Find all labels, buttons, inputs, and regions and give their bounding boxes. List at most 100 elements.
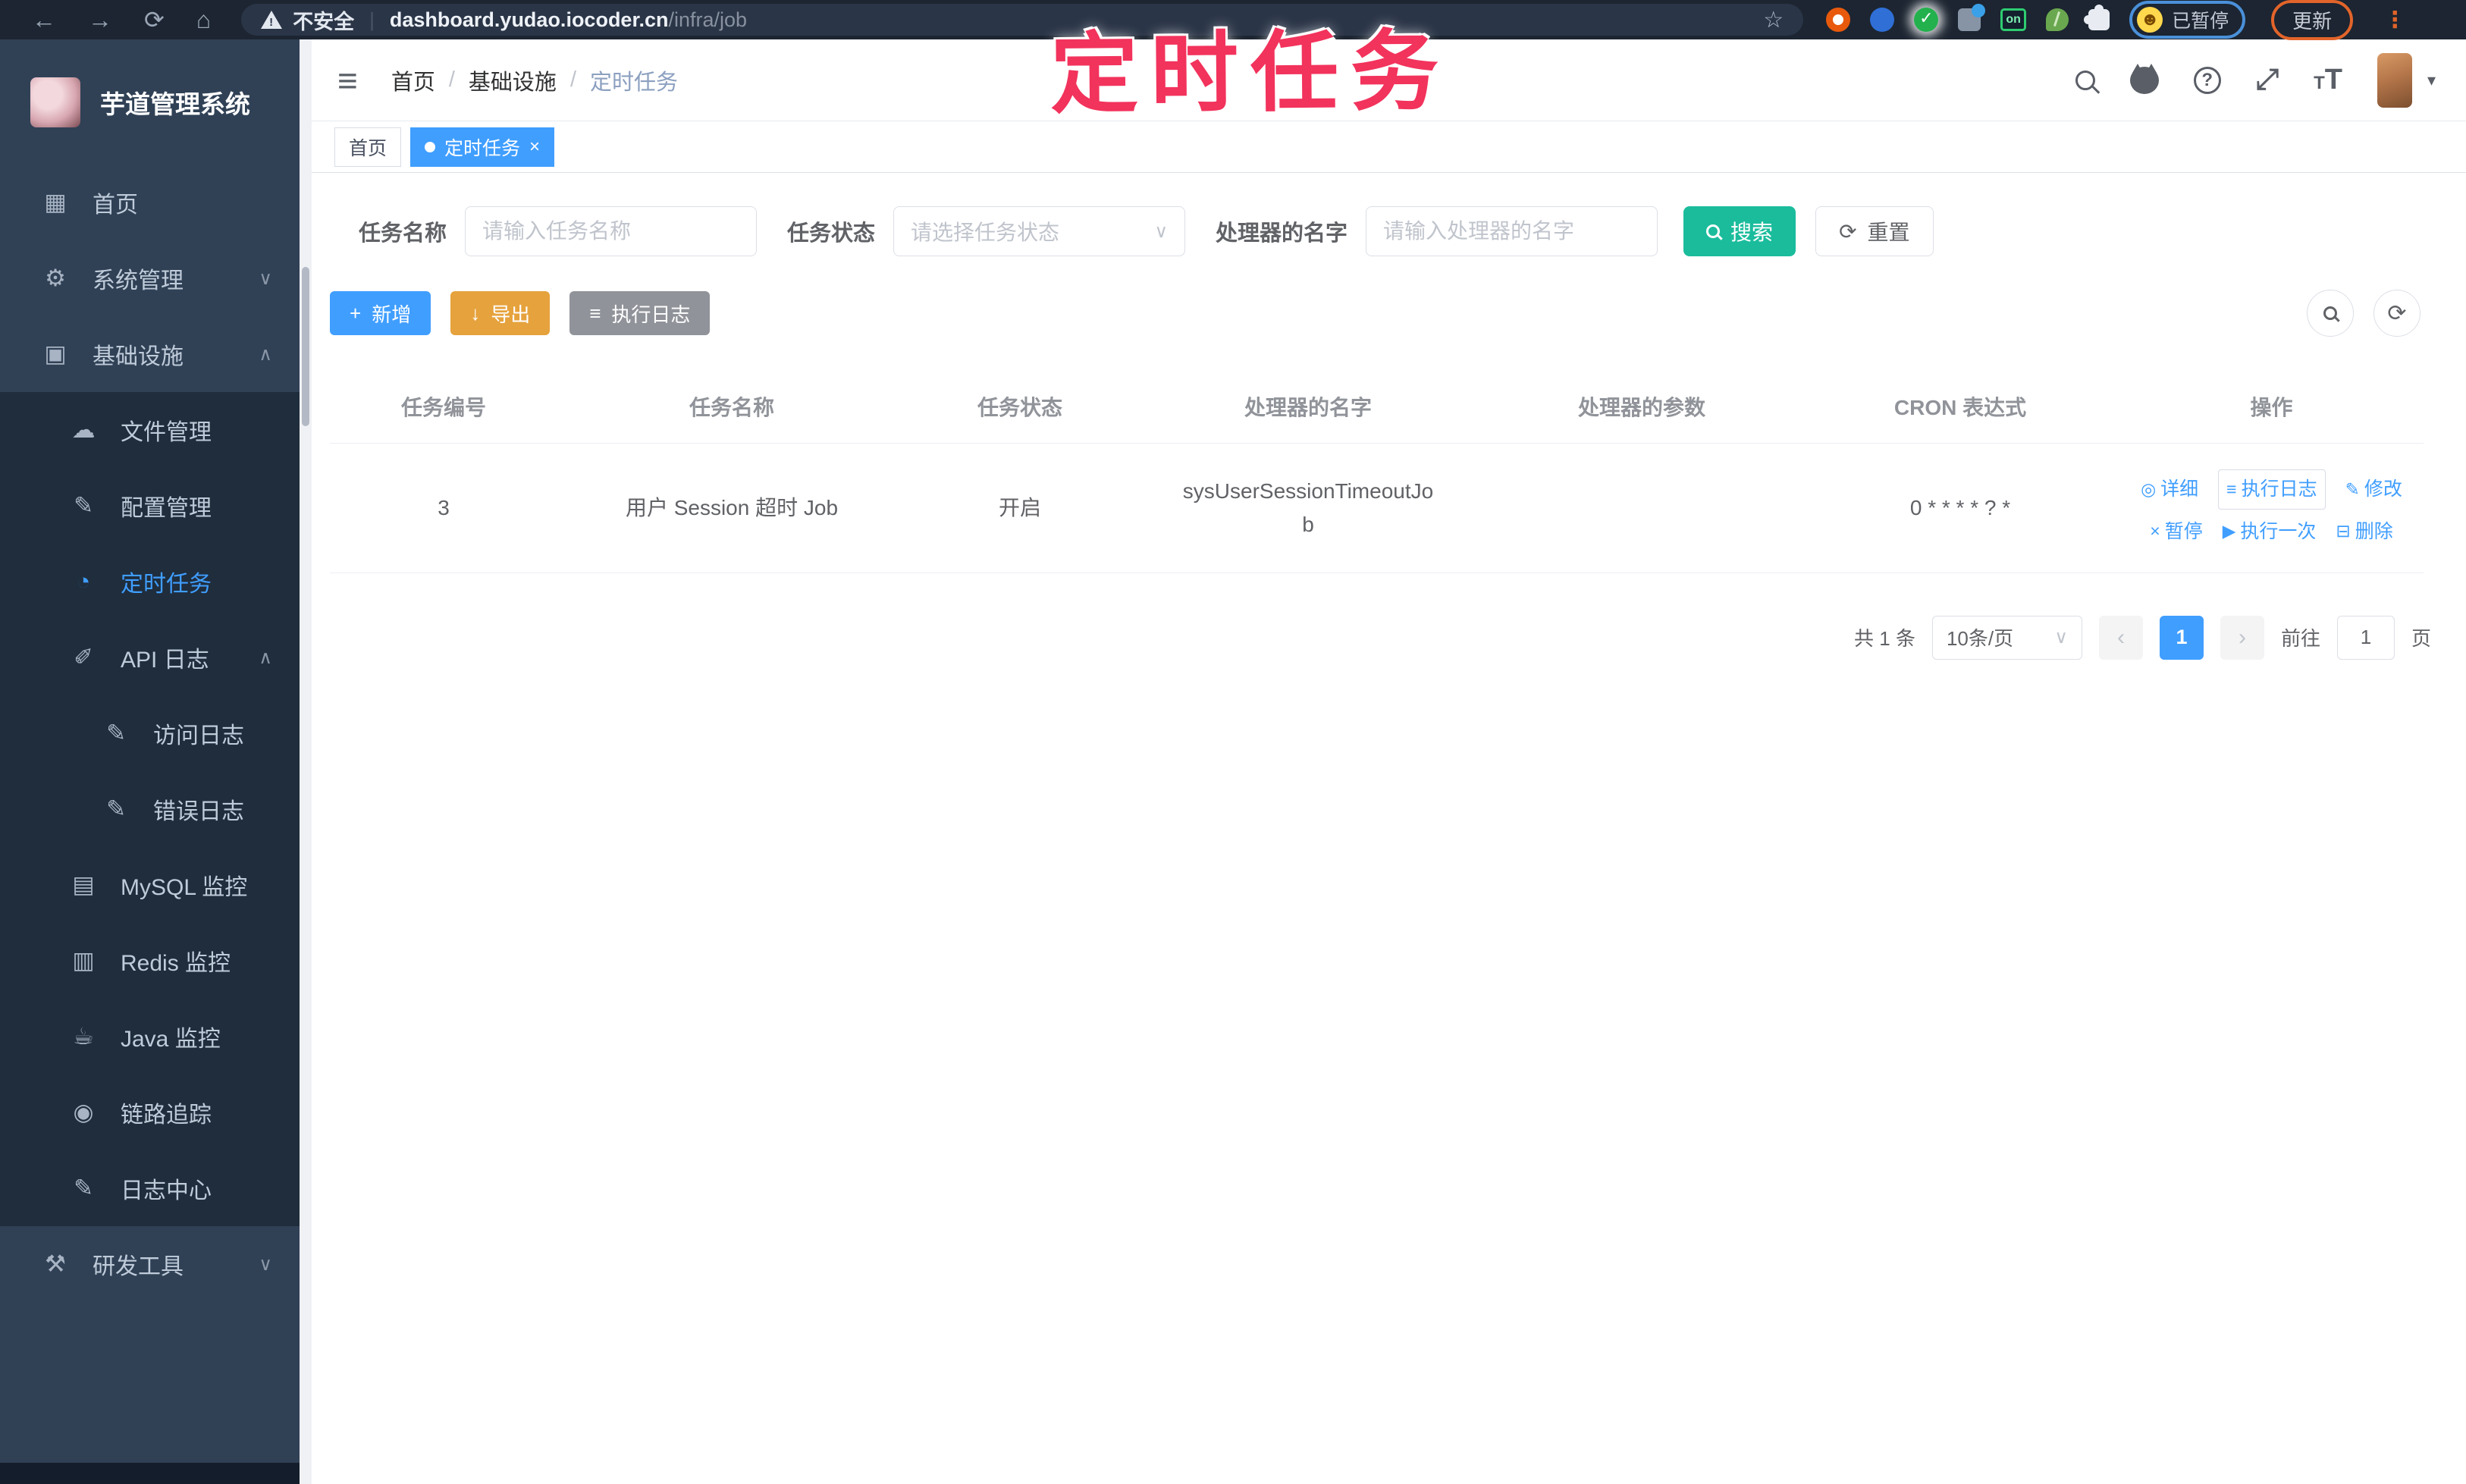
goto-page-input[interactable]: [2336, 615, 2395, 660]
url-path: /infra/job: [668, 8, 748, 31]
sidebar-item-label: 系统管理: [93, 268, 184, 293]
refresh-table-button[interactable]: ⟳: [2373, 290, 2421, 337]
breadcrumb-home[interactable]: 首页: [391, 64, 435, 96]
sidebar-logo-row[interactable]: 芋道管理系统: [0, 39, 300, 165]
sidebar-item-file-management[interactable]: ☁ 文件管理: [0, 392, 300, 468]
task-name-field-wrap: [465, 206, 758, 256]
tab-scheduled-jobs[interactable]: 定时任务 ×: [410, 127, 555, 167]
detail-link[interactable]: ◎ 详细: [2141, 475, 2198, 504]
row-exec-log-link[interactable]: ≡ 执行日志: [2218, 469, 2326, 510]
cell-job-status: 开启: [998, 496, 1041, 520]
sidebar-item-mysql-monitor[interactable]: ▤ MySQL 监控: [0, 847, 300, 923]
actions-line-1: ◎ 详细 ≡ 执行日志 ✎ 修改: [2141, 469, 2402, 510]
sidebar-item-trace[interactable]: ◉ 链路追踪: [0, 1075, 300, 1150]
cell-job-id: 3: [438, 496, 450, 520]
profile-status-label: 已暂停: [2172, 11, 2229, 32]
log-icon: ✐: [74, 644, 93, 670]
address-bar[interactable]: ! 不安全 | dashboard.yudao.iocoder.cn /infr…: [241, 4, 1804, 36]
navbar-actions: ? ⤢ TT ▾: [2075, 52, 2436, 108]
next-page-button[interactable]: ›: [2220, 615, 2264, 660]
browser-home-icon[interactable]: ⌂: [196, 6, 211, 34]
col-header-handler-name: 处理器的名字: [1244, 396, 1372, 419]
security-label: 不安全: [293, 10, 355, 33]
sidebar-item-system-management[interactable]: ⚙ 系统管理 ∨: [0, 240, 300, 316]
current-page-button[interactable]: 1: [2159, 615, 2204, 660]
prev-page-button[interactable]: ‹: [2098, 615, 2143, 660]
browser-forward-icon[interactable]: →: [88, 6, 112, 34]
breadcrumb-infrastructure[interactable]: 基础设施: [469, 64, 557, 96]
tags-view-bar: 首页 定时任务 ×: [312, 121, 2466, 173]
plus-icon: +: [350, 301, 362, 325]
java-cup-icon: ☕: [73, 1023, 94, 1049]
sidebar-collapse-icon[interactable]: ≡: [337, 60, 358, 101]
reset-button-label: 重置: [1867, 221, 1910, 244]
sidebar-item-redis-monitor[interactable]: ▥ Redis 监控: [0, 923, 300, 999]
extension-icon-grid[interactable]: [1958, 4, 1986, 31]
actions-line-2: × 暂停 ▶ 执行一次 ⊟ 删除: [2150, 517, 2392, 547]
delete-link[interactable]: ⊟ 删除: [2336, 517, 2392, 547]
tab-close-icon[interactable]: ×: [529, 136, 540, 158]
monitor-icon: ▣: [44, 340, 67, 367]
sidebar-item-dev-tools[interactable]: ⚒ 研发工具 ∨: [0, 1226, 300, 1302]
search-icon[interactable]: [2075, 70, 2095, 90]
sidebar-scrollbar-thumb[interactable]: [302, 267, 309, 426]
database-icon: ▤: [72, 871, 95, 898]
sidebar-item-infrastructure[interactable]: ▣ 基础设施 ∧: [0, 316, 300, 392]
extension-on-badge[interactable]: on: [2000, 8, 2027, 31]
toggle-search-button[interactable]: [2307, 290, 2354, 337]
font-size-icon[interactable]: TT: [2314, 64, 2342, 96]
extension-icon-blue[interactable]: [1870, 8, 1895, 32]
browser-menu-icon[interactable]: ⋮: [2383, 7, 2406, 33]
main-content: 任务名称 任务状态 请选择任务状态 ∨ 处理器的名字 搜索 ⟳ 重置 + 新增 …: [312, 173, 2466, 1484]
sidebar-item-log-center[interactable]: ✎ 日志中心: [0, 1150, 300, 1226]
sidebar-scrollbar[interactable]: [300, 39, 312, 1484]
task-status-placeholder: 请选择任务状态: [911, 221, 1060, 244]
task-name-input[interactable]: [482, 219, 740, 243]
add-button-label: 新增: [372, 303, 412, 326]
page-size-select[interactable]: 10条/页 ∨: [1931, 615, 2082, 660]
add-button[interactable]: + 新增: [330, 291, 431, 335]
run-once-link[interactable]: ▶ 执行一次: [2223, 517, 2317, 547]
list-icon: ≡: [589, 301, 601, 325]
extension-icon-orange[interactable]: [1826, 8, 1851, 32]
sidebar-item-label: API 日志: [121, 648, 209, 673]
sidebar-item-error-logs[interactable]: ✎ 错误日志: [0, 771, 300, 847]
sidebar-item-config-management[interactable]: ✎ 配置管理: [0, 468, 300, 544]
browser-reload-icon[interactable]: ⟳: [144, 5, 165, 34]
reset-button[interactable]: ⟳ 重置: [1815, 206, 1934, 256]
pause-link[interactable]: × 暂停: [2150, 517, 2202, 547]
edit-link[interactable]: ✎ 修改: [2345, 475, 2402, 504]
col-header-cron: CRON 表达式: [1893, 396, 2027, 419]
bookmark-star-icon[interactable]: ☆: [1763, 7, 1784, 33]
export-button[interactable]: ↓ 导出: [450, 291, 551, 335]
extension-icon-leaf[interactable]: [2046, 8, 2069, 31]
exec-log-button[interactable]: ≡ 执行日志: [569, 291, 711, 335]
browser-update-button[interactable]: 更新: [2271, 0, 2354, 40]
avatar-caret-down-icon[interactable]: ▾: [2427, 71, 2436, 90]
search-button[interactable]: 搜索: [1683, 206, 1796, 256]
sidebar-item-scheduled-jobs[interactable]: ◔ 定时任务: [0, 544, 300, 620]
chevron-down-icon: ∨: [1154, 221, 1169, 242]
cloud-upload-icon: ☁: [71, 416, 96, 443]
sidebar-item-java-monitor[interactable]: ☕ Java 监控: [0, 999, 300, 1075]
col-header-job-name: 任务名称: [689, 396, 774, 419]
fullscreen-icon[interactable]: ⤢: [2256, 64, 2279, 96]
handler-name-input[interactable]: [1383, 219, 1641, 243]
user-avatar[interactable]: [2377, 52, 2412, 108]
edit-icon: ✎: [2345, 478, 2360, 499]
task-status-select[interactable]: 请选择任务状态 ∨: [893, 206, 1186, 256]
sidebar-item-api-logs[interactable]: ✐ API 日志 ∧: [0, 620, 300, 695]
extension-icon-green-check[interactable]: [1914, 8, 1939, 32]
sidebar-item-label: 研发工具: [93, 1254, 184, 1279]
browser-profile-chip[interactable]: ☻ 已暂停: [2129, 1, 2246, 39]
sidebar-item-label: 配置管理: [121, 496, 212, 521]
tab-home[interactable]: 首页: [334, 127, 402, 167]
cell-handler-name: sysUserSessionTimeoutJob: [1182, 479, 1434, 536]
sidebar-item-home[interactable]: ▦ 首页: [0, 165, 300, 240]
extensions-puzzle-icon[interactable]: [2084, 5, 2110, 30]
github-icon[interactable]: [2129, 63, 2159, 94]
browser-back-icon[interactable]: ←: [32, 6, 56, 34]
sidebar-item-access-logs[interactable]: ✎ 访问日志: [0, 695, 300, 771]
help-icon[interactable]: ?: [2193, 66, 2221, 94]
infrastructure-submenu: ☁ 文件管理 ✎ 配置管理 ◔ 定时任务 ✐ API 日志 ∧ ✎ 访问日志 ✎…: [0, 392, 300, 1226]
